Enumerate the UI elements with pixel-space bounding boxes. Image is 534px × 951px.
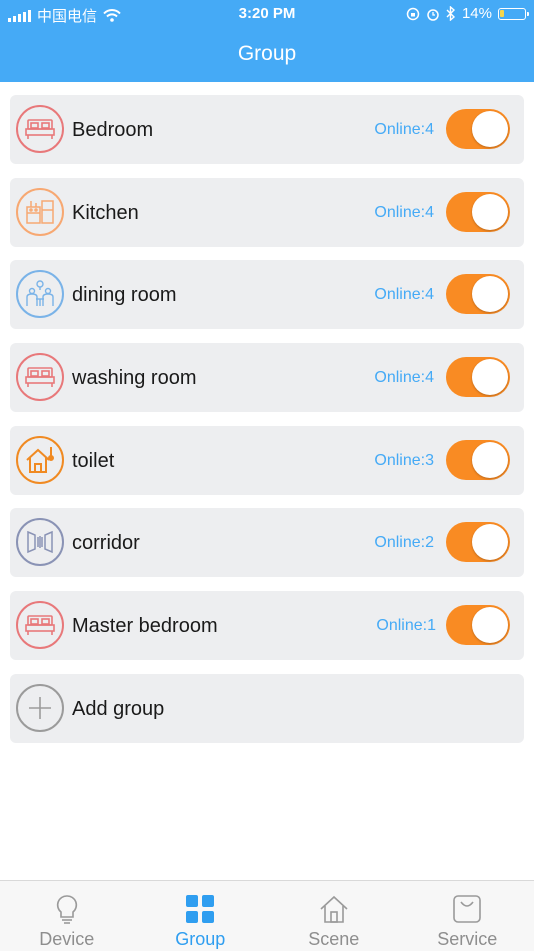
bag-icon bbox=[452, 893, 482, 925]
rotation-lock-icon bbox=[406, 7, 420, 21]
tab-label: Service bbox=[401, 929, 534, 950]
home-icon bbox=[319, 893, 349, 925]
tab-group[interactable]: Group bbox=[134, 881, 268, 951]
kitchen-icon bbox=[16, 188, 64, 236]
plus-icon bbox=[16, 684, 64, 732]
group-row-toilet[interactable]: toilet Online:3 bbox=[10, 426, 524, 495]
group-list: Bedroom Online:4 Kitchen Online:4 dining… bbox=[10, 95, 524, 757]
bluetooth-icon bbox=[446, 6, 456, 21]
bed-icon bbox=[16, 105, 64, 153]
toggle-knob bbox=[472, 194, 508, 230]
bed-icon bbox=[16, 601, 64, 649]
online-count: Online:3 bbox=[374, 452, 434, 470]
status-bar: 中国电信 3:20 PM 14% bbox=[0, 0, 534, 28]
add-group-button[interactable]: Add group bbox=[10, 674, 524, 743]
group-toggle[interactable] bbox=[446, 192, 510, 232]
online-count: Online:4 bbox=[374, 204, 434, 222]
group-name: toilet bbox=[72, 450, 114, 473]
online-count: Online:4 bbox=[374, 121, 434, 139]
toggle-knob bbox=[472, 442, 508, 478]
bulb-icon bbox=[52, 893, 82, 925]
group-toggle[interactable] bbox=[446, 109, 510, 149]
tab-device[interactable]: Device bbox=[0, 881, 134, 951]
online-count: Online:2 bbox=[374, 534, 434, 552]
bottom-tab-bar: Device Group Scene Service bbox=[0, 880, 534, 951]
dining-icon bbox=[16, 270, 64, 318]
group-row-corridor[interactable]: corridor Online:2 bbox=[10, 508, 524, 577]
group-row-kitchen[interactable]: Kitchen Online:4 bbox=[10, 178, 524, 247]
group-name: Master bedroom bbox=[72, 615, 218, 638]
group-row-dining-room[interactable]: dining room Online:4 bbox=[10, 260, 524, 329]
tab-label: Scene bbox=[267, 929, 401, 950]
battery-percent: 14% bbox=[462, 5, 492, 22]
online-count: Online:1 bbox=[376, 617, 436, 635]
corridor-icon bbox=[16, 518, 64, 566]
tab-service[interactable]: Service bbox=[401, 881, 534, 951]
group-name: corridor bbox=[72, 532, 140, 555]
toggle-knob bbox=[472, 524, 508, 560]
group-name: Bedroom bbox=[72, 119, 153, 142]
add-group-label: Add group bbox=[72, 698, 164, 721]
group-toggle[interactable] bbox=[446, 605, 510, 645]
group-toggle[interactable] bbox=[446, 440, 510, 480]
status-right: 14% bbox=[406, 5, 526, 22]
online-count: Online:4 bbox=[374, 286, 434, 304]
group-name: dining room bbox=[72, 284, 177, 307]
app-header: 中国电信 3:20 PM 14% Group bbox=[0, 0, 534, 82]
tab-label: Group bbox=[134, 929, 268, 950]
group-name: washing room bbox=[72, 367, 197, 390]
alarm-icon bbox=[426, 7, 440, 21]
toggle-knob bbox=[472, 111, 508, 147]
toggle-knob bbox=[472, 359, 508, 395]
battery-icon bbox=[498, 8, 526, 20]
group-row-washing-room[interactable]: washing room Online:4 bbox=[10, 343, 524, 412]
toggle-knob bbox=[472, 607, 508, 643]
group-toggle[interactable] bbox=[446, 522, 510, 562]
grid-icon bbox=[185, 893, 215, 925]
group-toggle[interactable] bbox=[446, 357, 510, 397]
group-toggle[interactable] bbox=[446, 274, 510, 314]
tab-scene[interactable]: Scene bbox=[267, 881, 401, 951]
online-count: Online:4 bbox=[374, 369, 434, 387]
group-name: Kitchen bbox=[72, 202, 139, 225]
group-row-bedroom[interactable]: Bedroom Online:4 bbox=[10, 95, 524, 164]
tab-label: Device bbox=[0, 929, 134, 950]
house-icon bbox=[16, 436, 64, 484]
toggle-knob bbox=[472, 276, 508, 312]
bed-icon bbox=[16, 353, 64, 401]
group-row-master-bedroom[interactable]: Master bedroom Online:1 bbox=[10, 591, 524, 660]
page-title: Group bbox=[0, 42, 534, 66]
